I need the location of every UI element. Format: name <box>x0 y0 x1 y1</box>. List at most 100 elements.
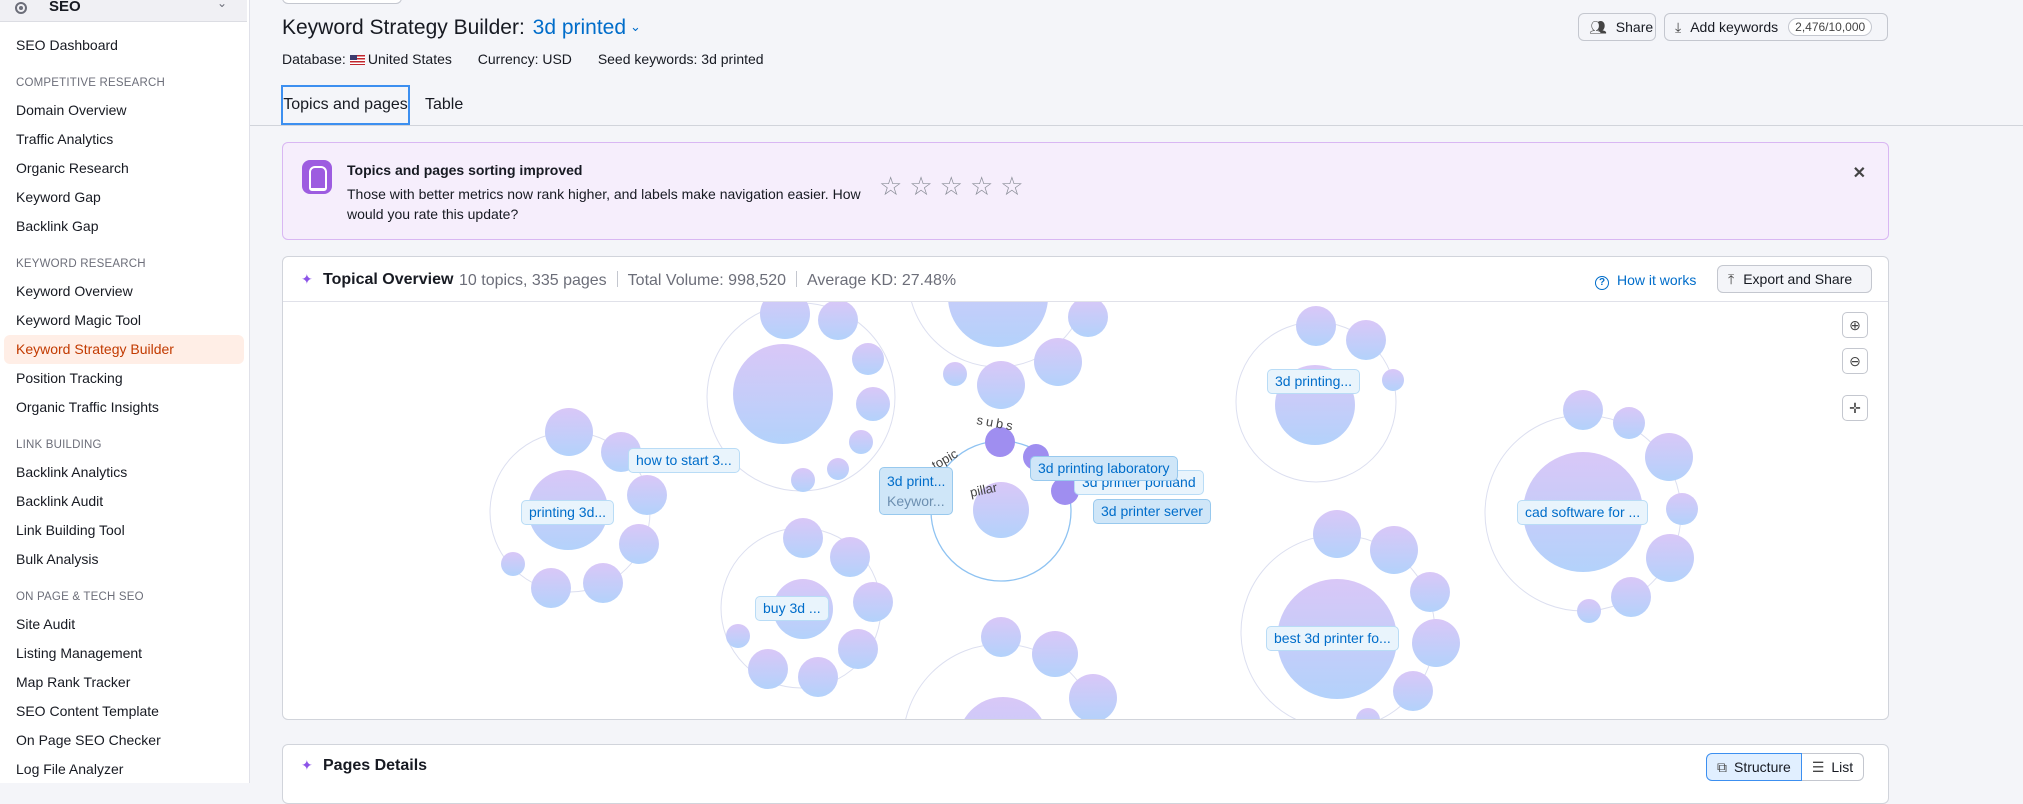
page-bubble[interactable] <box>1410 572 1450 612</box>
sidebar-item-backlink-audit[interactable]: Backlink Audit <box>16 493 103 509</box>
how-it-works-link[interactable]: ? How it works <box>1595 272 1696 290</box>
page-bubble[interactable] <box>1611 577 1651 617</box>
topic-map-canvas[interactable]: topic subs pillar how to start 3... 3d p… <box>283 302 1888 720</box>
topic-bubble[interactable] <box>948 302 1048 347</box>
star-icon[interactable]: ☆ <box>909 173 932 199</box>
tab-table[interactable]: Table <box>425 85 463 125</box>
page-bubble[interactable] <box>791 468 815 492</box>
page-bubble[interactable] <box>1613 407 1645 439</box>
page-bubble[interactable] <box>1666 493 1698 525</box>
page-bubble[interactable] <box>1034 338 1082 386</box>
sidebar-item-organic-traffic-insights[interactable]: Organic Traffic Insights <box>16 399 159 415</box>
page-bubble[interactable] <box>1069 674 1117 720</box>
sidebar-item-keyword-magic-tool[interactable]: Keyword Magic Tool <box>16 312 141 328</box>
page-bubble[interactable] <box>627 475 667 515</box>
sidebar-item-keyword-gap[interactable]: Keyword Gap <box>16 189 101 205</box>
sidebar-item-on-page-seo-checker[interactable]: On Page SEO Checker <box>16 732 161 748</box>
star-icon[interactable]: ☆ <box>940 173 963 199</box>
topic-label[interactable]: 3d printing... <box>1267 369 1361 394</box>
sidebar-item-link-building-tool[interactable]: Link Building Tool <box>16 522 125 538</box>
page-bubble[interactable] <box>1068 302 1108 337</box>
page-bubble[interactable] <box>1645 433 1693 481</box>
sidebar-item-listing-management[interactable]: Listing Management <box>16 645 142 661</box>
page-bubble[interactable] <box>827 458 849 480</box>
page-bubble[interactable] <box>853 582 893 622</box>
page-bubble[interactable] <box>977 361 1025 409</box>
sidebar-item-backlink-gap[interactable]: Backlink Gap <box>16 218 98 234</box>
page-label[interactable]: 3d printing laboratory <box>1030 456 1178 481</box>
tool-switcher[interactable]: SEO ⌄ <box>0 0 247 22</box>
page-bubble[interactable] <box>1313 510 1361 558</box>
page-bubble[interactable] <box>1393 671 1433 711</box>
list-view-button[interactable]: ☰ List <box>1801 753 1865 781</box>
page-bubble[interactable] <box>798 657 838 697</box>
page-bubble[interactable] <box>531 568 571 608</box>
page-bubble[interactable] <box>545 408 593 456</box>
page-bubble[interactable] <box>760 302 810 339</box>
recenter-icon[interactable]: ✛ <box>1842 395 1868 421</box>
page-bubble[interactable] <box>1032 631 1078 677</box>
sidebar-item-position-tracking[interactable]: Position Tracking <box>16 370 123 386</box>
topic-label[interactable]: buy 3d ... <box>755 596 829 621</box>
page-bubble[interactable] <box>852 343 884 375</box>
export-and-share-button[interactable]: ⤒ Export and Share <box>1717 265 1872 293</box>
sidebar-item-site-audit[interactable]: Site Audit <box>16 616 75 632</box>
page-bubble[interactable] <box>1346 320 1386 360</box>
focused-topic-label[interactable]: 3d print... Keywor... <box>879 467 954 515</box>
close-icon[interactable]: ✕ <box>1853 163 1866 183</box>
topic-bubble[interactable] <box>958 697 1048 720</box>
star-icon[interactable]: ☆ <box>879 173 902 199</box>
page-bubble[interactable] <box>1646 534 1694 582</box>
seed-switcher[interactable]: 3d printed <box>533 16 626 39</box>
sidebar-item-keyword-overview[interactable]: Keyword Overview <box>16 283 133 299</box>
page-bubble[interactable] <box>838 629 878 669</box>
topic-label[interactable]: how to start 3... <box>628 448 740 473</box>
page-bubble[interactable] <box>748 649 788 689</box>
page-bubble[interactable] <box>501 552 525 576</box>
page-bubble[interactable] <box>583 563 623 603</box>
page-bubble[interactable] <box>1577 599 1601 623</box>
page-bubble[interactable] <box>830 537 870 577</box>
page-bubble[interactable] <box>726 624 750 648</box>
sidebar-item-seo-dashboard[interactable]: SEO Dashboard <box>16 37 118 53</box>
page-bubble[interactable] <box>1296 306 1336 346</box>
sidebar-item-traffic-analytics[interactable]: Traffic Analytics <box>16 131 113 147</box>
zoom-out-icon[interactable]: ⊖ <box>1842 348 1868 374</box>
page-bubble[interactable] <box>783 518 823 558</box>
page-bubble[interactable] <box>1382 369 1404 391</box>
sidebar-item-bulk-analysis[interactable]: Bulk Analysis <box>16 551 98 567</box>
sidebar-item-backlink-analytics[interactable]: Backlink Analytics <box>16 464 127 480</box>
topic-bubble[interactable] <box>733 344 833 444</box>
topic-label[interactable]: best 3d printer fo... <box>1266 626 1399 651</box>
sidebar-item-organic-research[interactable]: Organic Research <box>16 160 129 176</box>
sidebar-item-keyword-strategy-builder[interactable]: Keyword Strategy Builder <box>16 341 174 357</box>
star-icon[interactable]: ☆ <box>970 173 993 199</box>
page-bubble[interactable] <box>1563 390 1603 430</box>
page-bubble[interactable] <box>1412 619 1460 667</box>
page-bubble[interactable] <box>1370 526 1418 574</box>
page-bubble[interactable] <box>619 524 659 564</box>
page-bubble[interactable] <box>856 387 890 421</box>
zoom-in-icon[interactable]: ⊕ <box>1842 312 1868 338</box>
sidebar-item-domain-overview[interactable]: Domain Overview <box>16 102 126 118</box>
add-keywords-button[interactable]: ⤓ Add keywords 2,476/10,000 <box>1664 13 1888 41</box>
page-bubble[interactable] <box>1356 708 1380 720</box>
share-button[interactable]: 👥︎ Share <box>1578 13 1656 41</box>
topic-label[interactable]: cad software for ... <box>1517 500 1649 525</box>
page-bubble[interactable] <box>943 362 967 386</box>
topic-label[interactable]: printing 3d... <box>521 500 615 525</box>
panel-stats: 10 topics, 335 pages Total Volume: 998,52… <box>459 271 956 290</box>
chevron-down-icon[interactable]: ⌄ <box>630 19 641 34</box>
structure-view-button[interactable]: ⧉ Structure <box>1706 753 1802 781</box>
focused-topic-name: 3d print... <box>887 473 946 489</box>
page-bubble[interactable] <box>818 302 858 340</box>
page-bubble[interactable] <box>849 430 873 454</box>
star-icon[interactable]: ☆ <box>1000 173 1023 199</box>
tab-topics-and-pages[interactable]: Topics and pages <box>281 85 410 125</box>
sidebar-item-map-rank-tracker[interactable]: Map Rank Tracker <box>16 674 130 690</box>
sidebar-item-log-file-analyzer[interactable]: Log File Analyzer <box>16 761 123 777</box>
sidebar-item-seo-content-template[interactable]: SEO Content Template <box>16 703 159 719</box>
page-bubble[interactable] <box>981 617 1021 657</box>
back-button[interactable] <box>282 0 402 4</box>
page-label[interactable]: 3d printer server <box>1093 499 1211 524</box>
